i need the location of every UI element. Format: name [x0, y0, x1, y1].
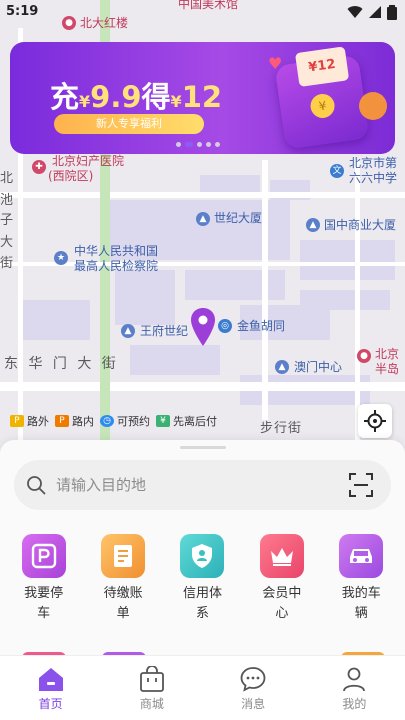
map-label: 半岛	[375, 362, 400, 376]
pagination-dot	[215, 142, 220, 147]
shopping-bag-icon	[139, 666, 164, 692]
map-label: 国中商业大厦	[324, 218, 397, 232]
pagination-dot	[206, 142, 211, 147]
pagination-dot	[176, 142, 181, 147]
map-label: 最高人民检察院	[74, 259, 159, 273]
feature-grid: 我要停车 待缴账单 信用体系 会员中心 我的车辆	[0, 534, 405, 624]
promo-banner[interactable]: 充¥9.9得¥12 新人专享福利 ♥ ¥12 ¥	[10, 42, 395, 154]
legend-item-reservable[interactable]: ◷ 可预约	[100, 413, 150, 429]
map-label: (西院区)	[48, 169, 94, 183]
banner-headline: 充¥9.9得¥12	[50, 80, 223, 114]
shield-user-icon	[180, 534, 225, 578]
map-label: 王府世纪	[140, 324, 189, 338]
status-bar: 5:19	[0, 0, 405, 24]
locate-button[interactable]	[358, 404, 392, 438]
wifi-icon	[347, 6, 363, 19]
user-icon	[343, 667, 366, 692]
landmark-pin-icon: ★	[54, 251, 68, 265]
bill-icon	[101, 534, 146, 578]
sheet-handle[interactable]	[180, 446, 226, 449]
street-label: 池	[0, 193, 17, 208]
grid-item-credit[interactable]: 信用体系	[167, 534, 237, 624]
grid-item-vehicles[interactable]: 我的车辆	[326, 534, 396, 624]
building-pin-icon: ▲	[306, 218, 320, 232]
red-envelope-icon: ¥12 ¥	[274, 46, 370, 150]
grid-item-bills[interactable]: 待缴账单	[88, 534, 158, 624]
legend-item-onstreet[interactable]: P 路内	[55, 413, 94, 429]
tab-mall[interactable]: 商城	[101, 656, 202, 720]
map-label: 北京妇产医院	[52, 154, 125, 168]
street-label: 步行街	[260, 421, 303, 436]
message-icon	[240, 667, 266, 692]
street-label: 北	[0, 171, 17, 186]
street-label: 东 华 门 大 街	[4, 356, 119, 372]
crown-icon	[259, 534, 304, 578]
metro-pin-icon: ◎	[218, 319, 232, 333]
location-marker-icon	[191, 308, 215, 346]
map-label: 北京	[375, 347, 400, 361]
search-bar[interactable]	[14, 460, 391, 510]
grid-item-parking[interactable]: 我要停车	[9, 534, 79, 624]
search-icon	[27, 476, 46, 495]
parking-icon	[21, 534, 66, 578]
home-icon	[38, 668, 63, 691]
onstreet-parking-icon: P	[55, 415, 69, 427]
pagination-dot	[197, 142, 202, 147]
map-label: 世纪大厦	[214, 211, 263, 225]
map-label: 中华人民共和国	[74, 244, 159, 258]
legend-item-pay-later[interactable]: ¥ 先离后付	[156, 413, 217, 429]
map-label: 六六中学	[349, 171, 398, 185]
tab-messages[interactable]: 消息	[203, 656, 304, 720]
battery-icon	[387, 5, 397, 20]
building-pin-icon: ▲	[196, 212, 210, 226]
grid-item-membership[interactable]: 会员中心	[247, 534, 317, 624]
banner-tag[interactable]: 新人专享福利	[54, 114, 204, 134]
pay-later-icon: ¥	[156, 415, 170, 427]
legend-item-offstreet[interactable]: P 路外	[10, 413, 49, 429]
rocket-icon	[359, 92, 387, 120]
signal-icon	[369, 6, 381, 18]
map-label: 澳门中心	[294, 360, 343, 374]
tab-profile[interactable]: 我的	[304, 656, 405, 720]
map-legend: P 路外 P 路内 ◷ 可预约 ¥ 先离后付	[10, 408, 217, 434]
building-pin-icon: ▲	[121, 324, 135, 338]
hotel-pin-icon: ●	[357, 349, 371, 363]
bottom-sheet: 我要停车 待缴账单 信用体系 会员中心 我的车辆	[0, 440, 405, 655]
hospital-pin-icon: ✚	[32, 160, 46, 174]
street-label: 子	[0, 213, 17, 228]
scan-icon[interactable]	[349, 473, 373, 497]
status-time: 5:19	[6, 4, 39, 19]
map-label: 北京市第	[349, 156, 398, 170]
street-label: 大	[0, 235, 17, 250]
school-pin-icon: 文	[330, 164, 344, 178]
banner-pagination	[176, 142, 220, 147]
building-pin-icon: ▲	[275, 360, 289, 374]
car-icon	[339, 534, 384, 578]
clock-icon: ◷	[100, 415, 114, 427]
map-label: 金鱼胡同	[237, 319, 286, 333]
destination-input[interactable]	[56, 476, 326, 494]
offstreet-parking-icon: P	[10, 415, 24, 427]
pagination-dot-active	[185, 142, 193, 147]
street-label: 街	[0, 256, 17, 271]
tab-home[interactable]: 首页	[0, 656, 101, 720]
tab-bar: 首页 商城 消息 我的	[0, 655, 405, 720]
locate-icon	[364, 410, 386, 432]
